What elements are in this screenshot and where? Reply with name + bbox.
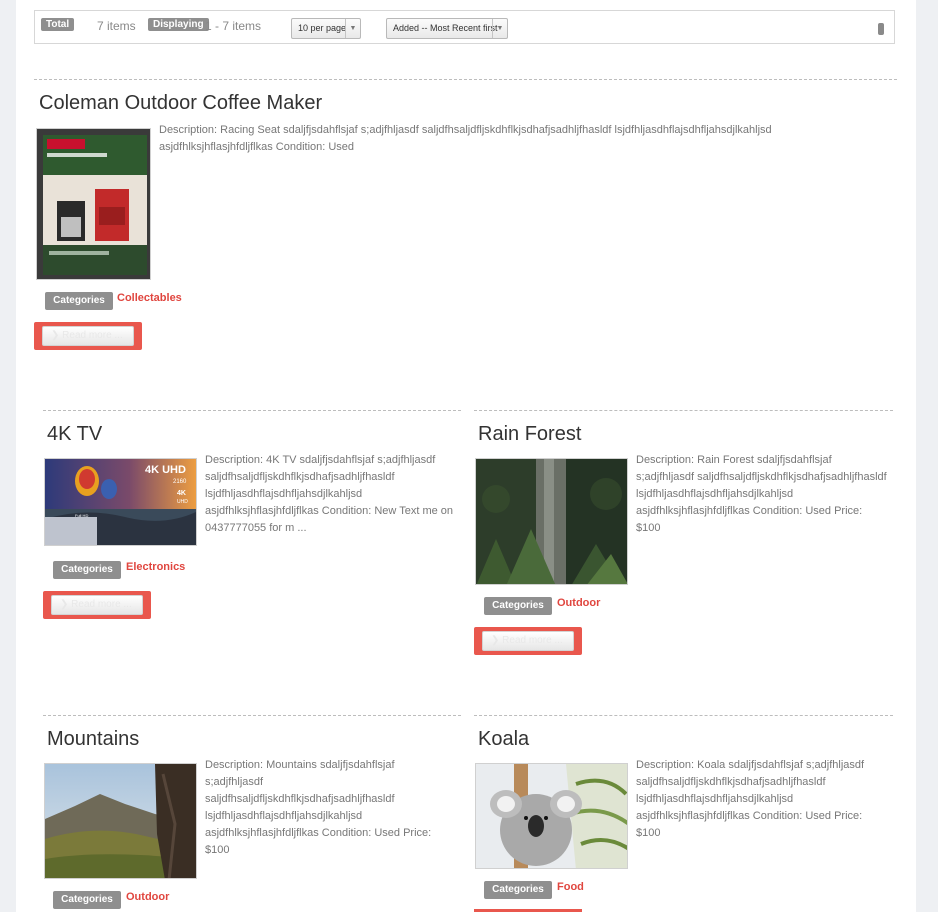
categories-button[interactable]: Categories	[53, 561, 121, 579]
category-link[interactable]: Outdoor	[126, 891, 169, 903]
item-image[interactable]	[36, 128, 151, 280]
read-more-inner: ❯ Read more ...	[51, 595, 143, 615]
per-page-value: 10 per page	[298, 23, 347, 33]
read-more-label: ❯ Read more ...	[51, 330, 123, 341]
category-link[interactable]: Outdoor	[557, 597, 600, 609]
category-link[interactable]: Electronics	[126, 561, 185, 573]
koala-photo	[476, 764, 627, 868]
tv-photo: 4K UHD 2160 4K UHD Full HD	[45, 459, 196, 545]
categories-button[interactable]: Categories	[484, 597, 552, 615]
listing-page: Total 7 items Displaying 1 - 7 items 10 …	[16, 0, 916, 912]
per-page-select[interactable]: 10 per page ▼	[291, 18, 361, 39]
categories-button[interactable]: Categories	[484, 881, 552, 899]
coffee-maker-photo	[37, 129, 150, 279]
divider	[474, 410, 893, 411]
tv-fhd-text: Full HD	[75, 513, 88, 518]
list-item: Koala Description: Koala sdaljfjsdahflsj…	[474, 715, 893, 912]
scrollbar-thumb[interactable]	[878, 23, 884, 35]
displaying-label: Displaying	[148, 18, 209, 31]
divider	[43, 410, 461, 411]
total-value: 7 items	[97, 19, 136, 33]
categories-button[interactable]: Categories	[45, 292, 113, 310]
tv-badge-sub-text: UHD	[177, 499, 188, 505]
read-more-inner: ❯ Read more ...	[482, 631, 574, 651]
results-toolbar: Total 7 items Displaying 1 - 7 items 10 …	[34, 10, 895, 44]
read-more-inner: ❯ Read more ...	[42, 326, 134, 346]
divider	[34, 79, 897, 80]
read-more-label: ❯ Read more ...	[491, 635, 563, 646]
list-item: Coleman Outdoor Coffee Maker Description…	[34, 79, 897, 359]
item-title[interactable]: Mountains	[47, 728, 139, 751]
displaying-value: 1 - 7 items	[205, 19, 262, 33]
read-more-label: ❯ Read more ...	[60, 599, 132, 610]
item-description: Description: Racing Seat sdaljfjsdahflsj…	[159, 124, 772, 153]
list-item: Mountains Description: Mountains sdaljfj…	[43, 715, 461, 912]
item-description: Description: Rain Forest sdaljfjsdahflsj…	[636, 454, 887, 534]
item-title[interactable]: Coleman Outdoor Coffee Maker	[39, 92, 322, 115]
sort-select[interactable]: Added -- Most Recent first ▼	[386, 18, 508, 39]
category-link[interactable]: Collectables	[117, 292, 182, 304]
mountains-photo	[45, 764, 196, 878]
read-more-button[interactable]: ❯ Read more ...	[34, 322, 142, 350]
item-description: Description: Koala sdaljfjsdahflsjaf s;a…	[636, 759, 865, 839]
item-title[interactable]: Rain Forest	[478, 423, 581, 446]
tv-resolution-text: 2160	[173, 479, 187, 485]
item-title[interactable]: Koala	[478, 728, 529, 751]
read-more-button[interactable]: ❯ Read more ...	[474, 627, 582, 655]
list-item: 4K TV 4K UHD 2160 4K UHD Full HD Descrip…	[43, 410, 461, 630]
item-description: Description: Mountains sdaljfjsdahflsjaf…	[205, 759, 432, 856]
tv-badge-text: 4K	[177, 490, 186, 497]
item-image[interactable]	[475, 458, 628, 585]
chevron-down-icon: ▼	[492, 19, 507, 38]
rain-forest-photo	[476, 459, 627, 584]
total-label: Total	[41, 18, 75, 31]
item-image[interactable]: 4K UHD 2160 4K UHD Full HD	[44, 458, 197, 546]
item-title[interactable]: 4K TV	[47, 423, 102, 446]
item-description: Description: 4K TV sdaljfjsdahflsjaf s;a…	[205, 454, 454, 534]
divider	[43, 715, 461, 716]
list-item: Rain Forest Description: Rain Forest sda…	[474, 410, 893, 660]
divider	[474, 715, 893, 716]
category-link[interactable]: Food	[557, 881, 584, 893]
sort-value: Added -- Most Recent first	[393, 23, 498, 33]
categories-button[interactable]: Categories	[53, 891, 121, 909]
tv-brand-text: 4K UHD	[145, 464, 186, 476]
item-image[interactable]	[475, 763, 628, 869]
chevron-down-icon: ▼	[345, 19, 360, 38]
read-more-button[interactable]: ❯ Read more ...	[43, 591, 151, 619]
item-image[interactable]	[44, 763, 197, 879]
